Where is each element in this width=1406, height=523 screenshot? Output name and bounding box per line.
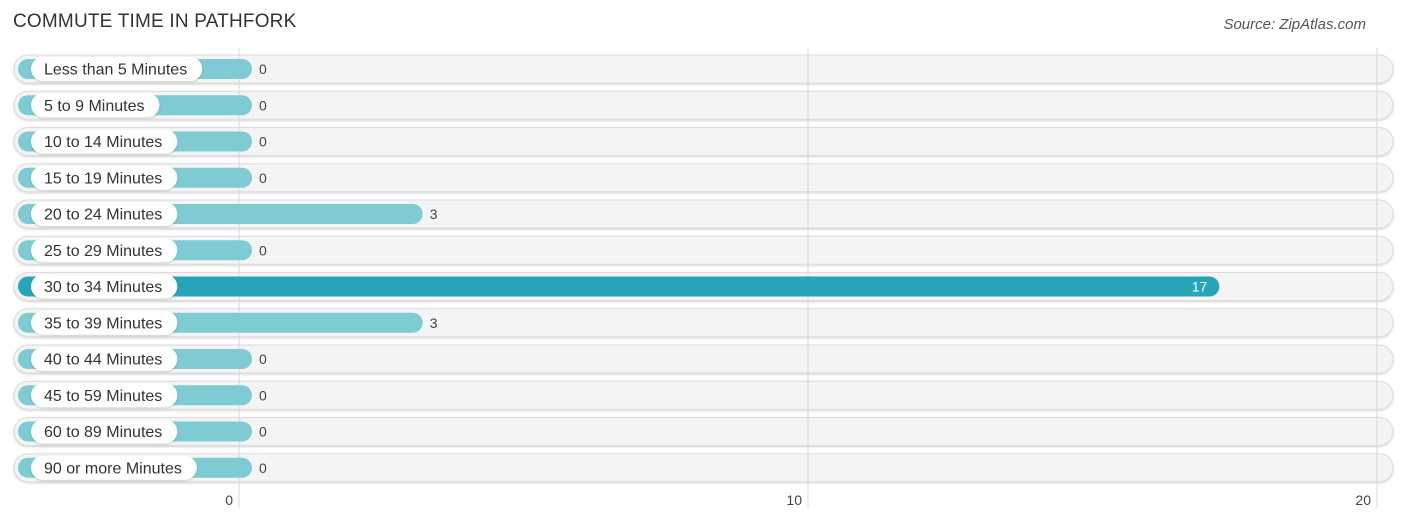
x-tick-label: 20 bbox=[1355, 492, 1371, 508]
bar-group: 25 to 29 Minutes 0 bbox=[18, 238, 267, 263]
x-axis-ticks: 0 10 20 bbox=[225, 492, 1371, 508]
value-label: 0 bbox=[259, 61, 267, 77]
value-label: 3 bbox=[430, 206, 438, 222]
bar-chart: Less than 5 Minutes 05 to 9 Minutes 010 to… bbox=[13, 48, 1394, 508]
bar-group: 35 to 39 Minutes 3 bbox=[18, 310, 438, 335]
category-label: 35 to 39 Minutes bbox=[44, 315, 162, 332]
category-label: 25 to 29 Minutes bbox=[44, 243, 162, 260]
category-label: 45 to 59 Minutes bbox=[44, 388, 162, 405]
bar-group: 90 or more Minutes 0 bbox=[18, 455, 267, 480]
category-label: Less than 5 Minutes bbox=[44, 62, 187, 79]
category-label: 60 to 89 Minutes bbox=[44, 424, 162, 441]
category-label: 30 to 34 Minutes bbox=[44, 279, 162, 296]
value-label: 0 bbox=[259, 97, 267, 113]
bar-group: 15 to 19 Minutes 0 bbox=[18, 165, 267, 190]
value-label: 17 bbox=[1192, 279, 1208, 295]
value-label: 0 bbox=[259, 134, 267, 150]
value-label: 3 bbox=[430, 315, 438, 331]
bar-group: Less than 5 Minutes 0 bbox=[18, 57, 267, 81]
bar-group: 60 to 89 Minutes 0 bbox=[18, 419, 267, 444]
category-label: 15 to 19 Minutes bbox=[44, 170, 162, 187]
value-label: 0 bbox=[259, 242, 267, 258]
bar-group: 20 to 24 Minutes 3 bbox=[18, 202, 438, 226]
x-tick-label: 0 bbox=[225, 492, 233, 508]
bar-group: 45 to 59 Minutes 0 bbox=[18, 383, 267, 408]
value-label: 0 bbox=[259, 387, 267, 403]
bars: Less than 5 Minutes 05 to 9 Minutes 010 to… bbox=[18, 57, 1220, 480]
bar bbox=[18, 276, 1220, 297]
value-label: 0 bbox=[259, 460, 267, 476]
bar-group: 30 to 34 Minutes 17 bbox=[18, 274, 1220, 299]
category-label: 10 to 14 Minutes bbox=[44, 134, 162, 151]
bar-group: 5 to 9 Minutes 0 bbox=[18, 93, 267, 118]
category-label: 40 to 44 Minutes bbox=[44, 352, 162, 369]
value-label: 0 bbox=[259, 170, 267, 186]
value-label: 0 bbox=[259, 351, 267, 367]
bar-group: 10 to 14 Minutes 0 bbox=[18, 129, 267, 154]
x-tick-label: 10 bbox=[786, 492, 802, 508]
row-backgrounds bbox=[13, 54, 1394, 483]
category-label: 90 or more Minutes bbox=[44, 460, 182, 477]
category-label: 5 to 9 Minutes bbox=[44, 98, 145, 115]
category-label: 20 to 24 Minutes bbox=[44, 207, 162, 224]
bar-group: 40 to 44 Minutes 0 bbox=[18, 347, 267, 371]
value-label: 0 bbox=[259, 424, 267, 440]
